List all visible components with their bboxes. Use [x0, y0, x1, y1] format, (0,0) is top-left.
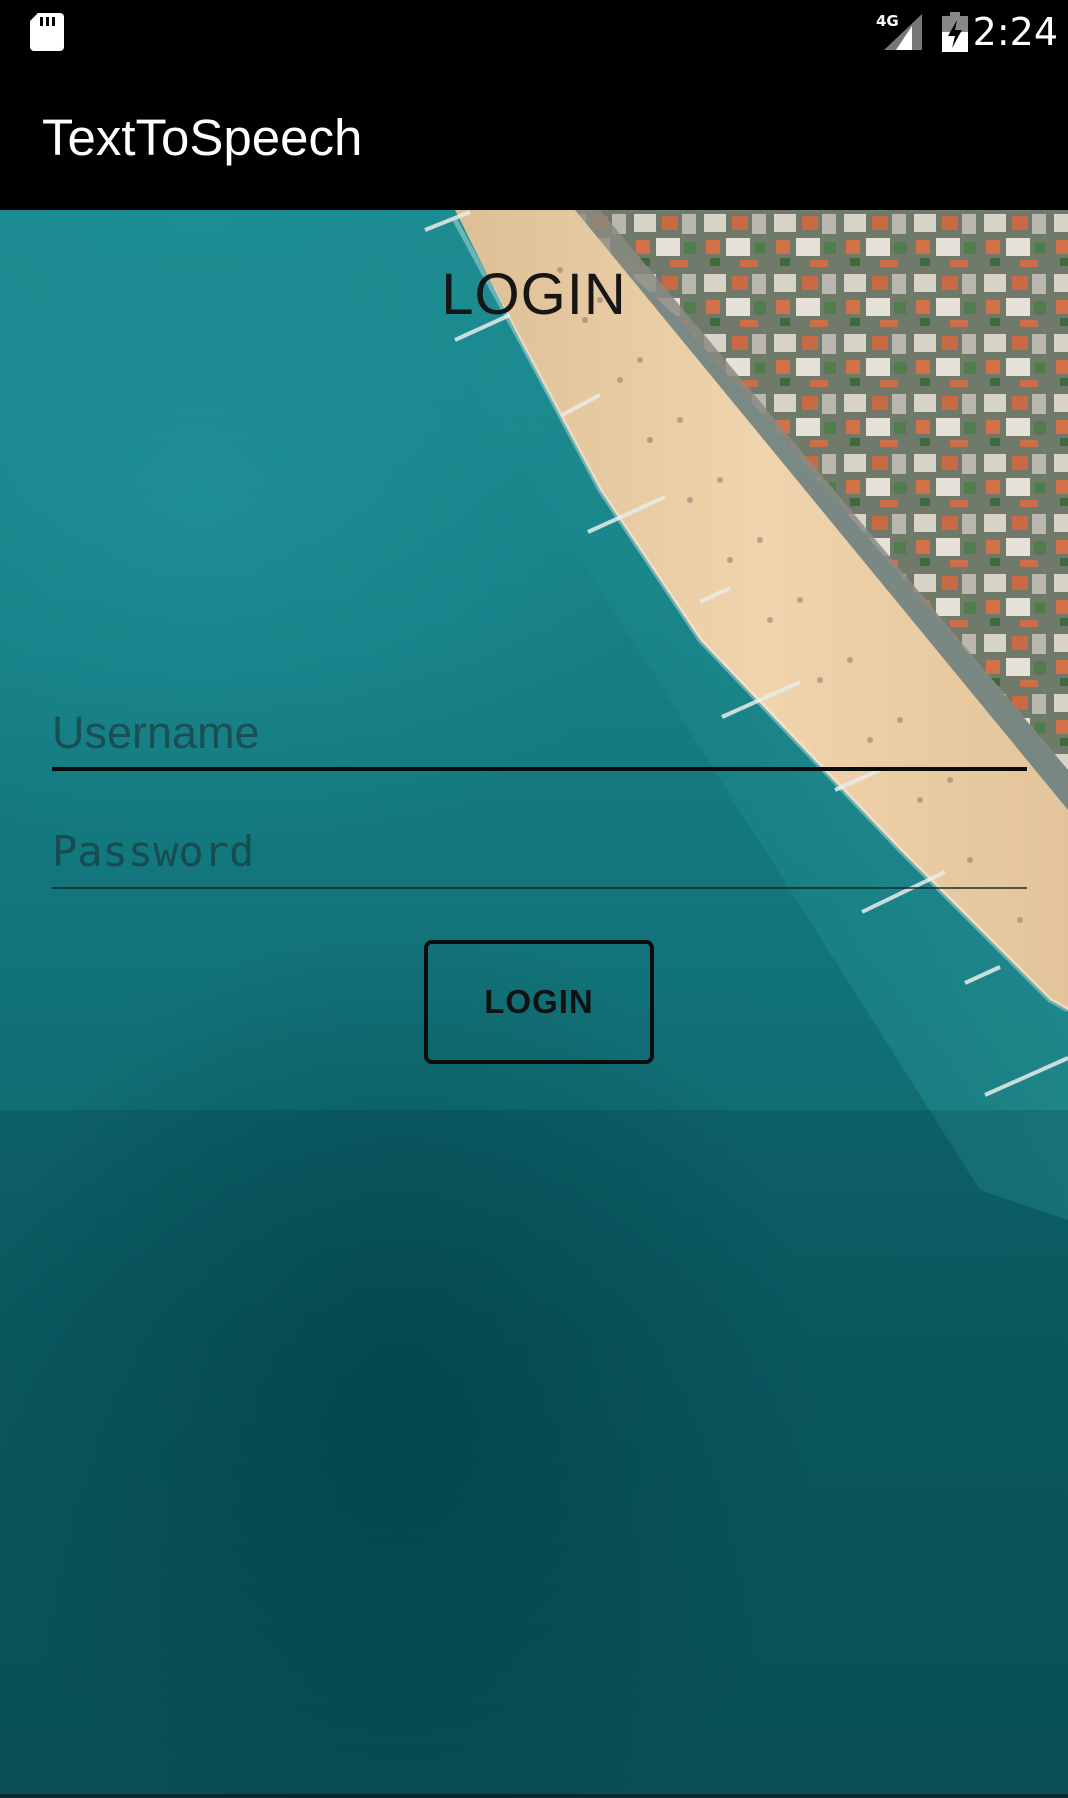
password-field-container: [52, 822, 1027, 889]
login-screen: 4G 2:24 TextToSpeech LOGIN Username LOGI…: [0, 0, 1068, 1798]
signal-icon: 4G: [876, 12, 922, 50]
status-bar: 4G 2:24: [0, 0, 1068, 64]
login-button[interactable]: LOGIN: [424, 940, 654, 1064]
app-bar: TextToSpeech: [0, 64, 1068, 210]
status-clock: 2:24: [972, 10, 1058, 54]
battery-charging-icon: [942, 12, 968, 52]
app-title: TextToSpeech: [42, 109, 363, 166]
username-input[interactable]: [52, 705, 1027, 771]
password-input[interactable]: [52, 822, 1027, 889]
username-field-container: [52, 705, 1027, 771]
sd-card-icon: [30, 13, 64, 51]
login-heading: LOGIN: [441, 262, 627, 327]
network-type-label: 4G: [876, 12, 899, 30]
bottom-divider: [0, 1794, 1068, 1798]
login-content: LOGIN LOGIN: [0, 210, 1068, 1798]
